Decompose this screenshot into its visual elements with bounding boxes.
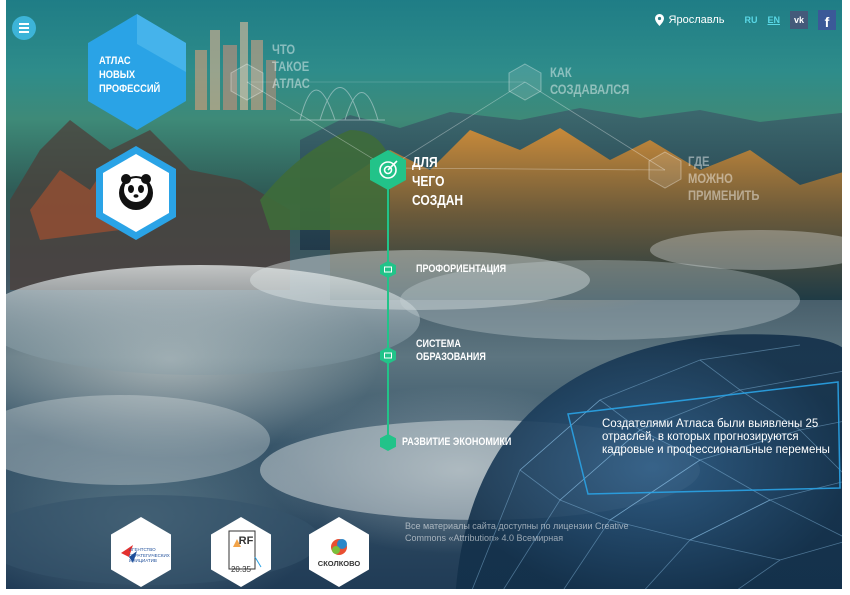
frame-border-right bbox=[842, 0, 850, 595]
education-hex-icon bbox=[380, 346, 396, 364]
nav-why-created[interactable]: ДЛЯ ЧЕГО СОЗДАН bbox=[412, 153, 463, 210]
lang-ru[interactable]: RU bbox=[744, 15, 757, 25]
skolkovo-hex bbox=[309, 517, 369, 587]
asi-text: АГЕНТСТВО СТРАТЕГИЧЕСКИХ ИНИЦИАТИВ bbox=[129, 547, 170, 564]
nav-what-line-3: АТЛАС bbox=[272, 75, 310, 91]
target-icon[interactable] bbox=[370, 150, 406, 190]
asi-line-3: ИНИЦИАТИВ bbox=[129, 558, 157, 563]
nav-where-line-1: ГДЕ bbox=[688, 153, 710, 169]
info-text: Создателями Атласа были выявлены 25 отра… bbox=[602, 418, 830, 456]
license-note[interactable]: Все материалы сайта доступны по лицензии… bbox=[405, 520, 635, 544]
sub-item-economy-label: РАЗВИТИЕ ЭКОНОМИКИ bbox=[402, 436, 512, 448]
rf-hex bbox=[211, 517, 271, 587]
career-hex-icon bbox=[380, 261, 396, 278]
panda-icon bbox=[119, 174, 153, 210]
logo-line-1: АТЛАС bbox=[99, 55, 131, 67]
economy-hex-icon bbox=[380, 434, 396, 451]
nav-why-line-3: СОЗДАН bbox=[412, 192, 464, 209]
menu-icon bbox=[19, 22, 29, 34]
partner-rf-2035[interactable]: RF 20.35 bbox=[211, 517, 271, 587]
page-background: Ярославль RU EN vk f АТЛАС НОВЫХ ПРОФЕСС… bbox=[0, 0, 850, 595]
location-pin-icon bbox=[654, 14, 664, 26]
sub-item-education-system[interactable]: СИСТЕМА ОБРАЗОВАНИЯ bbox=[380, 338, 506, 364]
wwf-panda-logo[interactable] bbox=[96, 146, 176, 240]
frame-border-left bbox=[0, 0, 6, 595]
partner-skolkovo[interactable]: СКОЛКОВО bbox=[309, 517, 369, 587]
nav-where-apply[interactable]: ГДЕ МОЖНО ПРИМЕНИТЬ bbox=[688, 153, 759, 204]
nav-where-line-3: ПРИМЕНИТЬ bbox=[688, 187, 760, 203]
atlas-logo-text: АТЛАС НОВЫХ ПРОФЕССИЙ bbox=[99, 54, 160, 96]
city-selector[interactable]: Ярославль bbox=[654, 14, 725, 26]
frame-border-bottom bbox=[0, 589, 850, 595]
nav-why-line-2: ЧЕГО bbox=[412, 173, 445, 190]
nav-where-line-2: МОЖНО bbox=[688, 170, 733, 186]
logo-line-2: НОВЫХ bbox=[99, 69, 136, 81]
nav-how-line-1: КАК bbox=[550, 64, 572, 80]
nav-how-line-2: СОЗДАВАЛСЯ bbox=[550, 81, 630, 97]
city-label: Ярославль bbox=[668, 14, 725, 26]
skolkovo-emblem-icon bbox=[331, 539, 347, 555]
nav-what-line-1: ЧТО bbox=[272, 41, 296, 57]
sub-item-economy-development[interactable]: РАЗВИТИЕ ЭКОНОМИКИ bbox=[380, 434, 535, 451]
logo-line-3: ПРОФЕССИЙ bbox=[99, 83, 161, 95]
nav-why-line-1: ДЛЯ bbox=[412, 154, 438, 171]
nav-what-is-atlas[interactable]: ЧТО ТАКОЕ АТЛАС bbox=[272, 41, 310, 92]
header-bar: Ярославль RU EN vk f bbox=[654, 10, 836, 30]
menu-button[interactable] bbox=[12, 16, 36, 40]
facebook-icon[interactable]: f bbox=[818, 10, 836, 30]
vk-icon[interactable]: vk bbox=[790, 11, 808, 29]
partner-asi[interactable]: АГЕНТСТВО СТРАТЕГИЧЕСКИХ ИНИЦИАТИВ bbox=[111, 517, 171, 587]
nav-what-line-2: ТАКОЕ bbox=[272, 58, 310, 74]
sub-item-education-label: СИСТЕМА ОБРАЗОВАНИЯ bbox=[416, 338, 486, 363]
rf-year: 20.35 bbox=[230, 565, 252, 574]
rf-label: RF bbox=[238, 535, 254, 547]
sub-item-career-label: ПРОФОРИЕНТАЦИЯ bbox=[416, 263, 507, 275]
lang-en[interactable]: EN bbox=[767, 15, 780, 25]
sub-item-career-guidance[interactable]: ПРОФОРИЕНТАЦИЯ bbox=[380, 261, 526, 278]
skolkovo-label: СКОЛКОВО bbox=[317, 559, 361, 568]
nav-how-created[interactable]: КАК СОЗДАВАЛСЯ bbox=[550, 64, 629, 98]
